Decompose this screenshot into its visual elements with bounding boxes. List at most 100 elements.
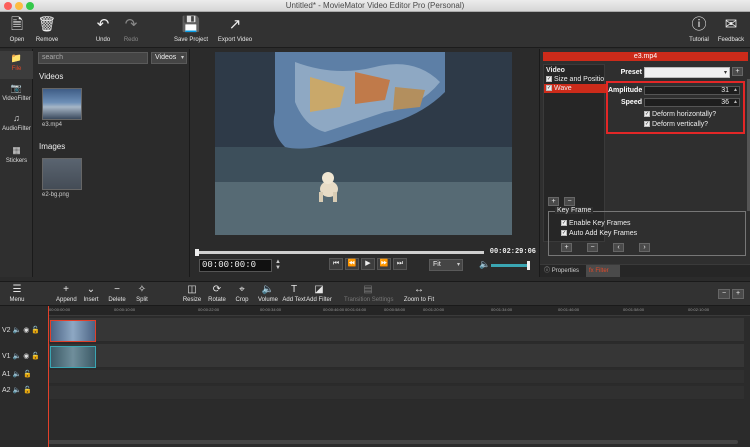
auto-add-key-frames-checkbox[interactable]: ✓ Auto Add Key Frames [561,230,637,237]
volume-slider-handle[interactable] [527,261,530,270]
timeline-scrollbar[interactable] [48,440,738,444]
tutorial-button[interactable]: ⓘ Tutorial [686,14,712,47]
checkbox-icon[interactable]: ✓ [644,111,650,118]
redo-button[interactable]: ↷ Redo [118,14,144,47]
track-lane-v2[interactable] [48,318,744,342]
zoom-select[interactable]: Fit ▾ [429,259,463,271]
video-canvas[interactable] [215,52,512,235]
play-icon: ▶ [365,260,371,267]
nav-item-audio-filter[interactable]: ♫ AudioFilter [0,111,33,139]
ruler-tick: 00:02:10:00 [688,307,710,312]
track-lane-a2[interactable] [48,386,744,400]
insert-button[interactable]: ⌄ Insert [82,283,100,304]
image-thumbnail[interactable] [42,158,82,190]
speed-input[interactable]: 36 ▲ [644,98,740,107]
fast-forward-button[interactable]: ⏩ [377,258,391,270]
checkbox-icon[interactable]: ✓ [546,85,552,92]
transition-settings-button[interactable]: ▤ Transition Settings [344,283,393,304]
filter-item-size-position[interactable]: ✓ Size and Positio [544,75,606,84]
preset-select[interactable]: ▾ [644,67,730,78]
skip-end-icon: ⏭ [396,260,404,267]
tab-properties[interactable]: ⓘ Properties [544,267,579,276]
add-text-button[interactable]: T Add Text [282,283,306,304]
speaker-icon[interactable]: 🔈 [13,371,22,378]
delete-button[interactable]: − Delete [107,283,127,304]
progress-handle[interactable] [195,249,199,256]
speaker-icon[interactable]: 🔈 [13,387,22,394]
remove-button[interactable]: 🗑 Remove [33,14,61,47]
eye-icon[interactable]: ◉ [23,327,29,334]
next-key-frame-button[interactable]: › [639,243,650,252]
nav-item-stickers[interactable]: ▦ Stickers [0,143,33,171]
checkbox-icon[interactable]: ✓ [561,230,567,237]
media-type-select[interactable]: Videos ▾ [151,52,187,64]
tab-filter[interactable]: fx Filter [586,265,620,277]
add-preset-button[interactable]: + [732,67,743,76]
volume-slider[interactable] [491,264,527,267]
export-video-button[interactable]: ↗ Export Video [216,14,254,47]
deform-horizontally-checkbox[interactable]: ✓ Deform horizontally? [644,111,716,118]
zoom-out-button[interactable]: − [718,289,730,299]
save-project-button[interactable]: 💾 Save Project [173,14,209,47]
resize-button[interactable]: ◫ Resize [182,283,202,304]
resize-icon: ◫ [187,284,197,295]
key-frame-group: Key Frame ✓ Enable Key Frames ✓ Auto Add K… [548,207,746,256]
preset-label: Preset [620,69,642,76]
lock-icon[interactable]: 🔓 [31,353,40,360]
feedback-button[interactable]: ✉ Feedback [716,14,746,47]
timecode-stepper[interactable]: ▲ ▼ [275,259,283,272]
lock-icon[interactable]: 🔓 [23,387,32,394]
stepper-icon[interactable]: ▲ [733,87,738,94]
rewind-button[interactable]: ⏪ [345,258,359,270]
split-button[interactable]: ✧ Split [134,283,150,304]
lock-icon[interactable]: 🔓 [31,327,40,334]
enable-key-frames-checkbox[interactable]: ✓ Enable Key Frames [561,220,630,227]
crop-button[interactable]: ⌖ Crop [234,283,250,304]
stepper-icon[interactable]: ▲ [733,99,738,106]
open-button[interactable]: 🗎 Open [4,14,30,47]
zoom-in-button[interactable]: + [732,289,744,299]
video-thumbnail[interactable] [42,88,82,120]
checkbox-icon[interactable]: ✓ [546,76,552,83]
timeline-clip-v2[interactable] [50,320,96,342]
undo-button[interactable]: ↶ Undo [90,14,116,47]
feedback-icon: ✉ [724,16,738,33]
rotate-button[interactable]: ⟳ Rotate [207,283,227,304]
volume-button[interactable]: 🔈 Volume [257,283,279,304]
deform-vertically-checkbox[interactable]: ✓ Deform vertically? [644,121,708,128]
checkbox-icon[interactable]: ✓ [561,220,567,227]
ruler-tick: 00:01:46:00 [558,307,580,312]
remove-key-frame-button[interactable]: − [587,243,598,252]
timeline-clip-v1[interactable] [50,346,96,368]
amplitude-input[interactable]: 31 ▲ [644,86,740,95]
menu-icon: ☰ [12,284,22,295]
eye-icon[interactable]: ◉ [23,353,29,360]
prev-key-frame-button[interactable]: ‹ [613,243,624,252]
zoom-to-fit-button[interactable]: ↔ Zoom to Fit [402,283,436,304]
append-button[interactable]: + Append [56,283,77,304]
play-button[interactable]: ▶ [361,258,375,270]
track-header-v2: V2 🔈 ◉ 🔓 [2,327,40,334]
add-key-frame-button[interactable]: + [561,243,572,252]
playhead[interactable] [48,306,49,447]
remove-filter-small-button[interactable]: − [564,197,575,206]
current-timecode-input[interactable]: 00:00:00:0 [199,259,272,272]
add-filter-button[interactable]: ◪ Add Filter [306,283,332,304]
go-to-end-button[interactable]: ⏭ [393,258,407,270]
add-filter-small-button[interactable]: + [548,197,559,206]
track-lane-v1[interactable] [48,344,744,368]
sticker-icon: ▦ [12,145,21,155]
nav-item-video-filter[interactable]: 📷 VideoFilter [0,81,33,109]
nav-item-file[interactable]: 📁 File [0,51,33,79]
speaker-icon[interactable]: 🔈 [13,327,22,334]
search-input[interactable]: search [38,52,148,64]
left-nav: 📁 File 📷 VideoFilter ♫ AudioFilter ▦ Sti… [0,49,33,277]
speaker-icon[interactable]: 🔈 [13,353,22,360]
track-lane-a1[interactable] [48,370,744,384]
filter-item-wave[interactable]: ✓ Wave [544,84,606,93]
time-ruler[interactable]: 00:00:00:00 00:00:10:00 00:00:22:00 00:0… [48,306,750,316]
menu-button[interactable]: ☰ Menu [8,283,26,304]
checkbox-icon[interactable]: ✓ [644,121,650,128]
go-to-start-button[interactable]: ⏮ [329,258,343,270]
lock-icon[interactable]: 🔓 [23,371,32,378]
